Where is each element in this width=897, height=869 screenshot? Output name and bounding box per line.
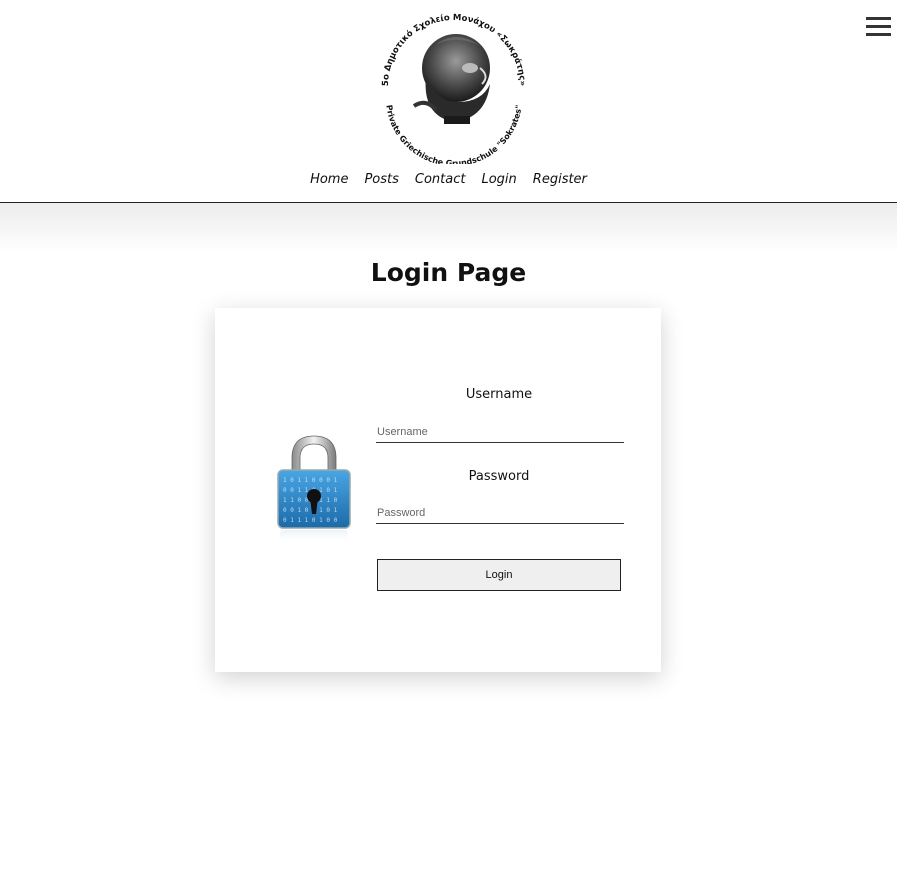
site-header: 5o Δημοτικό Σχολείο Μονάχου «Σωκράτης» P… xyxy=(0,0,897,203)
svg-text:1 0 1 1 0 0 0 1: 1 0 1 1 0 0 0 1 xyxy=(283,477,338,484)
username-field[interactable] xyxy=(376,422,624,443)
menu-bar xyxy=(866,17,891,20)
nav-login[interactable]: Login xyxy=(481,172,516,187)
main-nav: Home Posts Contact Login Register xyxy=(0,172,897,187)
header-shadow xyxy=(0,203,897,253)
password-field[interactable] xyxy=(376,503,624,524)
school-logo[interactable]: 5o Δημοτικό Σχολείο Μονάχου «Σωκράτης» P… xyxy=(374,6,534,164)
nav-register[interactable]: Register xyxy=(533,172,587,187)
login-button[interactable]: Login xyxy=(377,559,621,591)
bust-illustration xyxy=(412,34,490,124)
password-label: Password xyxy=(468,469,530,484)
menu-bar xyxy=(866,25,891,28)
svg-text:0 1 1 1 0 1 0 0: 0 1 1 1 0 1 0 0 xyxy=(283,517,338,524)
username-label: Username xyxy=(465,387,533,402)
page: 5o Δημοτικό Σχολείο Μονάχου «Σωκράτης» P… xyxy=(0,0,897,869)
hamburger-menu-icon[interactable] xyxy=(866,17,891,39)
nav-posts[interactable]: Posts xyxy=(364,172,398,187)
menu-bar xyxy=(866,33,891,36)
svg-text:0 0 1 0 1 1 0 1: 0 0 1 0 1 1 0 1 xyxy=(283,507,338,514)
nav-home[interactable]: Home xyxy=(310,172,348,187)
page-title: Login Page xyxy=(370,258,527,287)
padlock-icon: 1 0 1 1 0 0 0 1 0 0 1 1 0 1 0 1 1 1 0 0 … xyxy=(277,435,351,544)
nav-contact[interactable]: Contact xyxy=(415,172,466,187)
